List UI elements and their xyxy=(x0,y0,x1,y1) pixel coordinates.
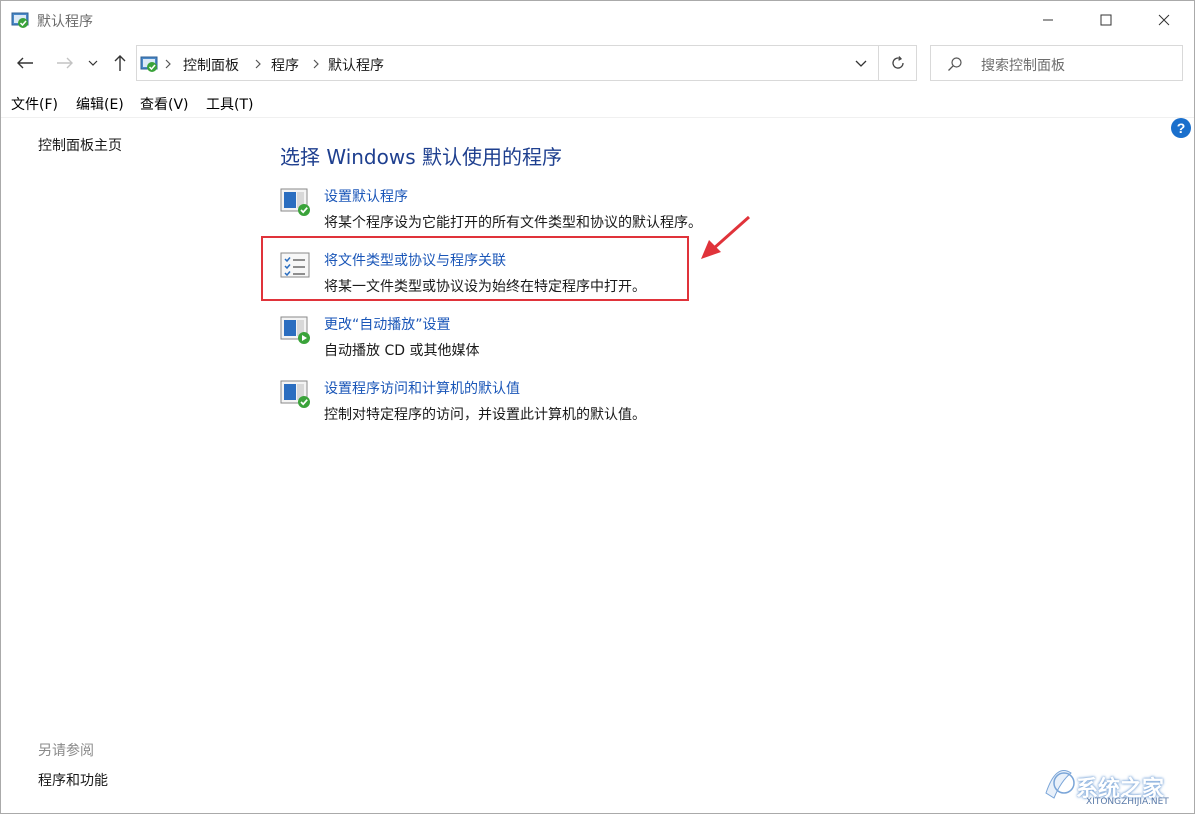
task-item: 设置程序访问和计算机的默认值 控制对特定程序的访问，并设置此计算机的默认值。 xyxy=(280,378,980,434)
control-panel-icon xyxy=(140,56,158,72)
recent-locations-button[interactable] xyxy=(83,51,103,75)
up-arrow-icon xyxy=(114,55,126,71)
program-access-icon xyxy=(280,380,310,408)
see-also-heading: 另请参阅 xyxy=(38,743,94,759)
breadcrumb-control-panel[interactable]: 控制面板 xyxy=(183,55,239,75)
set-default-programs-link[interactable]: 设置默认程序 xyxy=(324,186,408,206)
refresh-button[interactable] xyxy=(879,45,917,81)
up-button[interactable] xyxy=(108,51,132,75)
chevron-right-icon xyxy=(313,59,319,69)
forward-button[interactable] xyxy=(53,51,77,75)
back-arrow-icon xyxy=(17,57,33,69)
minimize-icon xyxy=(1043,19,1053,21)
search-input[interactable]: 搜索控制面板 xyxy=(981,55,1065,75)
autoplay-icon xyxy=(280,316,310,344)
window-title: 默认程序 xyxy=(37,14,93,30)
address-dropdown-icon[interactable] xyxy=(854,58,868,70)
close-icon xyxy=(1158,14,1170,26)
forward-arrow-icon xyxy=(57,57,73,69)
minimize-button[interactable] xyxy=(1025,1,1071,39)
chevron-right-icon xyxy=(165,59,171,69)
control-panel-icon xyxy=(11,12,29,28)
menu-edit[interactable]: 编辑(E) xyxy=(76,94,124,114)
title-bar: 默认程序 xyxy=(1,1,1194,39)
refresh-icon xyxy=(891,56,904,69)
divider xyxy=(1,117,1194,118)
task-item: 更改“自动播放”设置 自动播放 CD 或其他媒体 xyxy=(280,314,980,370)
chevron-right-icon xyxy=(255,59,261,69)
menu-bar: 文件(F) 编辑(E) 查看(V) 工具(T) xyxy=(1,91,1194,115)
task-item: 设置默认程序 将某个程序设为它能打开的所有文件类型和协议的默认程序。 xyxy=(280,186,980,242)
chevron-down-icon xyxy=(88,60,98,66)
maximize-icon xyxy=(1100,14,1112,26)
menu-view[interactable]: 查看(V) xyxy=(140,94,189,114)
help-button[interactable]: ? xyxy=(1171,118,1191,138)
programs-and-features-link[interactable]: 程序和功能 xyxy=(38,770,108,790)
task-description: 自动播放 CD 或其他媒体 xyxy=(324,343,480,359)
menu-file[interactable]: 文件(F) xyxy=(11,94,58,114)
address-bar[interactable]: 控制面板 程序 默认程序 xyxy=(136,45,879,81)
watermark-url: XITONGZHIJIA.NET xyxy=(1086,797,1169,807)
window: 默认程序 控制面板 程序 默认程序 搜索控制面板 文件(F) 编辑(E) 查看(… xyxy=(0,0,1195,814)
control-panel-home-link[interactable]: 控制面板主页 xyxy=(38,135,122,155)
breadcrumb-programs[interactable]: 程序 xyxy=(271,55,299,75)
program-access-defaults-link[interactable]: 设置程序访问和计算机的默认值 xyxy=(324,378,520,398)
navigation-bar: 控制面板 程序 默认程序 搜索控制面板 xyxy=(1,43,1194,85)
maximize-button[interactable] xyxy=(1083,1,1129,39)
default-programs-icon xyxy=(280,188,310,216)
search-box[interactable]: 搜索控制面板 xyxy=(930,45,1183,81)
annotation-arrow-icon xyxy=(701,215,750,259)
search-icon xyxy=(948,57,962,71)
task-description: 控制对特定程序的访问，并设置此计算机的默认值。 xyxy=(324,407,646,423)
page-title: 选择 Windows 默认使用的程序 xyxy=(280,145,562,169)
highlight-box xyxy=(261,236,689,301)
breadcrumb-default-programs[interactable]: 默认程序 xyxy=(328,55,384,75)
menu-tools[interactable]: 工具(T) xyxy=(206,94,253,114)
close-button[interactable] xyxy=(1141,1,1187,39)
back-button[interactable] xyxy=(13,51,37,75)
autoplay-settings-link[interactable]: 更改“自动播放”设置 xyxy=(324,314,451,334)
task-description: 将某个程序设为它能打开的所有文件类型和协议的默认程序。 xyxy=(324,215,702,231)
